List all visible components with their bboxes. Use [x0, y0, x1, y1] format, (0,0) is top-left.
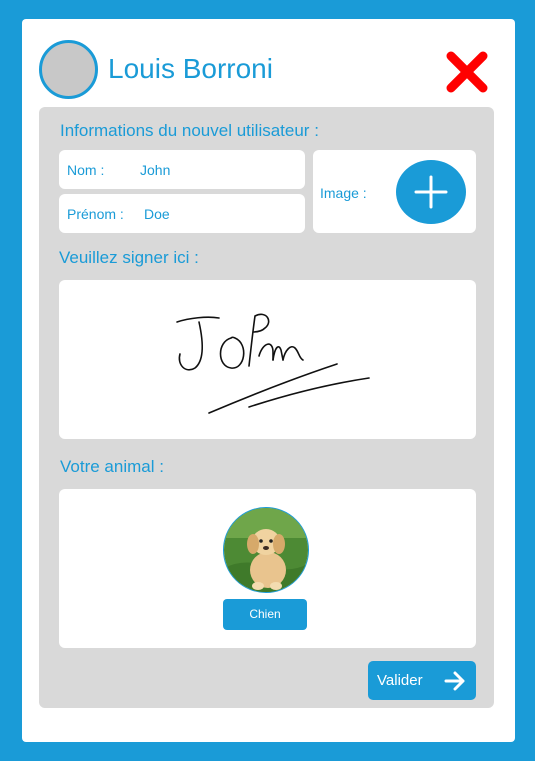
- plus-icon: [414, 175, 448, 209]
- nom-label: Nom :: [67, 162, 105, 178]
- signature-pad[interactable]: [59, 280, 476, 439]
- prenom-label: Prénom :: [67, 206, 124, 222]
- validate-label: Valider: [377, 672, 423, 689]
- animal-title: Votre animal :: [60, 457, 164, 476]
- add-image-button[interactable]: [396, 160, 466, 224]
- section-title: Informations du nouvel utilisateur :: [60, 121, 319, 140]
- nom-field[interactable]: Nom : John: [59, 150, 305, 189]
- avatar: [39, 40, 98, 99]
- image-label: Image :: [320, 185, 367, 201]
- puppy-photo: [223, 507, 309, 593]
- user-card: Louis Borroni Informations du nouvel uti…: [22, 19, 515, 742]
- nom-value: John: [140, 162, 171, 178]
- signature-title: Veuillez signer ici :: [59, 248, 199, 267]
- animal-box: Chien: [59, 489, 476, 648]
- pet-type-button[interactable]: Chien: [223, 599, 307, 630]
- user-name: Louis Borroni: [108, 53, 273, 84]
- image-upload-box: Image :: [313, 150, 476, 233]
- validate-button[interactable]: Valider: [368, 661, 476, 700]
- prenom-field[interactable]: Prénom : Doe: [59, 194, 305, 233]
- prenom-value: Doe: [144, 206, 170, 222]
- close-icon[interactable]: [445, 50, 489, 94]
- form-panel: Informations du nouvel utilisateur : Nom…: [39, 107, 494, 708]
- signature-drawing: [176, 313, 370, 414]
- arrow-right-icon: [444, 671, 465, 691]
